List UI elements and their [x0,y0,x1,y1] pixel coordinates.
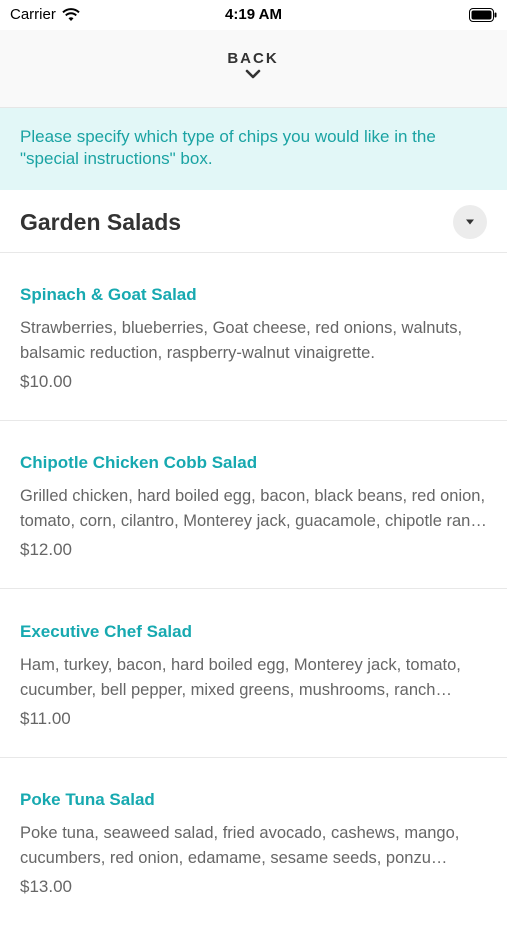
nav-header: BACK [0,30,507,108]
back-button[interactable]: BACK [203,44,303,94]
menu-item-name: Spinach & Goat Salad [20,285,197,304]
chips-notice: Please specify which type of chips you w… [0,108,507,190]
back-label: BACK [227,50,279,67]
menu-item-name: Executive Chef Salad [20,622,192,641]
status-bar: Carrier 4:19 AM [0,0,507,30]
menu-item[interactable]: Executive Chef Salad Ham, turkey, bacon,… [0,590,507,758]
section-toggle-button[interactable] [453,205,487,239]
section-header[interactable]: Garden Salads [0,190,507,253]
menu-item[interactable]: Chipotle Chicken Cobb Salad Grilled chic… [0,421,507,589]
caret-down-icon [466,219,474,225]
menu-item-name: Poke Tuna Salad [20,790,155,809]
menu-item[interactable]: Spinach & Goat Salad Strawberries, blueb… [0,253,507,421]
notice-text: Please specify which type of chips you w… [20,127,436,168]
menu-item-price: $13.00 [20,877,72,896]
chevron-down-icon [245,69,261,79]
battery-icon [469,8,497,26]
menu-item[interactable]: Poke Tuna Salad Poke tuna, seaweed salad… [0,758,507,926]
menu-item-description: Ham, turkey, bacon, hard boiled egg, Mon… [20,656,461,699]
menu-item-price: $12.00 [20,540,72,559]
menu-item-name: Chipotle Chicken Cobb Salad [20,453,258,472]
section-title: Garden Salads [20,209,182,235]
menu-item-description: Grilled chicken, hard boiled egg, bacon,… [20,487,488,530]
menu-item-price: $11.00 [20,709,71,728]
menu-item-description: Poke tuna, seaweed salad, fried avocado,… [20,824,460,867]
clock: 4:19 AM [225,6,282,23]
menu-item-description: Strawberries, blueberries, Goat cheese, … [20,319,463,362]
menu-item-price: $10.00 [20,372,72,391]
